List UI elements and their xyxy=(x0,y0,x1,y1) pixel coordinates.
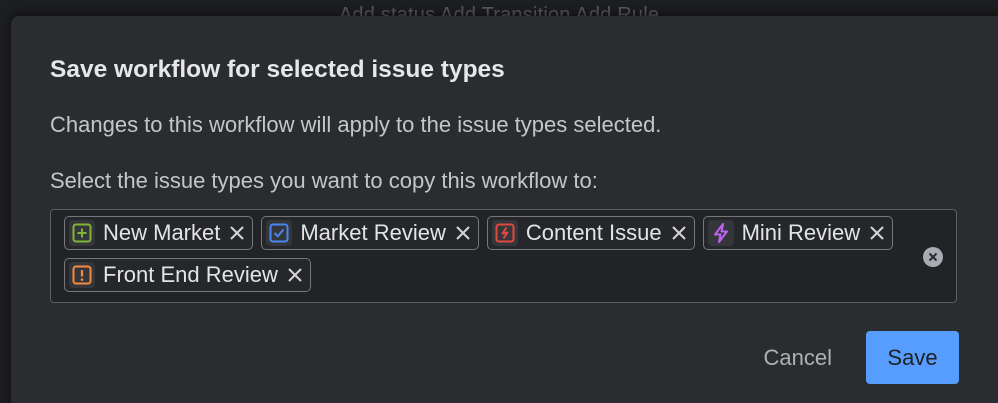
page-backdrop: Add status Add Transition Add Rule Save … xyxy=(0,0,998,403)
save-button[interactable]: Save xyxy=(866,331,959,384)
chip-label: Content Issue xyxy=(525,220,662,245)
save-workflow-dialog: Save workflow for selected issue types C… xyxy=(11,16,998,403)
remove-front-end-review-button[interactable] xyxy=(286,266,304,284)
dialog-footer: Cancel Save xyxy=(748,331,959,384)
plus-square-icon xyxy=(69,220,95,246)
chip-mini-review: Mini Review xyxy=(702,216,894,250)
remove-content-issue-button[interactable] xyxy=(670,224,688,242)
chip-label: Mini Review xyxy=(741,220,861,245)
close-icon xyxy=(230,226,245,240)
close-icon xyxy=(870,226,884,240)
chip-content-issue: Content Issue xyxy=(486,216,695,250)
clear-icon xyxy=(928,252,938,262)
remove-market-review-button[interactable] xyxy=(454,224,472,242)
dialog-description: Changes to this workflow will apply to t… xyxy=(50,112,662,137)
chip-label: New Market xyxy=(103,220,221,245)
chip-label: Front End Review xyxy=(103,262,278,287)
close-icon xyxy=(671,226,686,240)
cancel-button[interactable]: Cancel xyxy=(748,333,848,383)
lightning-box-icon xyxy=(491,220,518,246)
issue-types-multiselect[interactable]: New Market Market Review Content Issue M… xyxy=(50,209,957,303)
clear-all-button[interactable] xyxy=(923,247,943,267)
chip-label: Market Review xyxy=(300,220,446,245)
close-icon xyxy=(456,226,470,240)
chip-front-end-review: Front End Review xyxy=(64,258,311,292)
chip-market-review: Market Review xyxy=(261,216,479,250)
remove-new-market-button[interactable] xyxy=(228,224,246,242)
exclamation-box-icon xyxy=(69,262,95,288)
checkbox-icon xyxy=(266,220,293,246)
chip-new-market: New Market xyxy=(64,216,254,250)
lightning-icon xyxy=(707,220,734,246)
remove-mini-review-button[interactable] xyxy=(868,224,886,242)
dialog-title: Save workflow for selected issue types xyxy=(50,56,505,83)
close-icon xyxy=(288,268,302,282)
selected-chips: New Market Market Review Content Issue M… xyxy=(64,216,924,292)
issue-types-field-label: Select the issue types you want to copy … xyxy=(50,168,598,193)
